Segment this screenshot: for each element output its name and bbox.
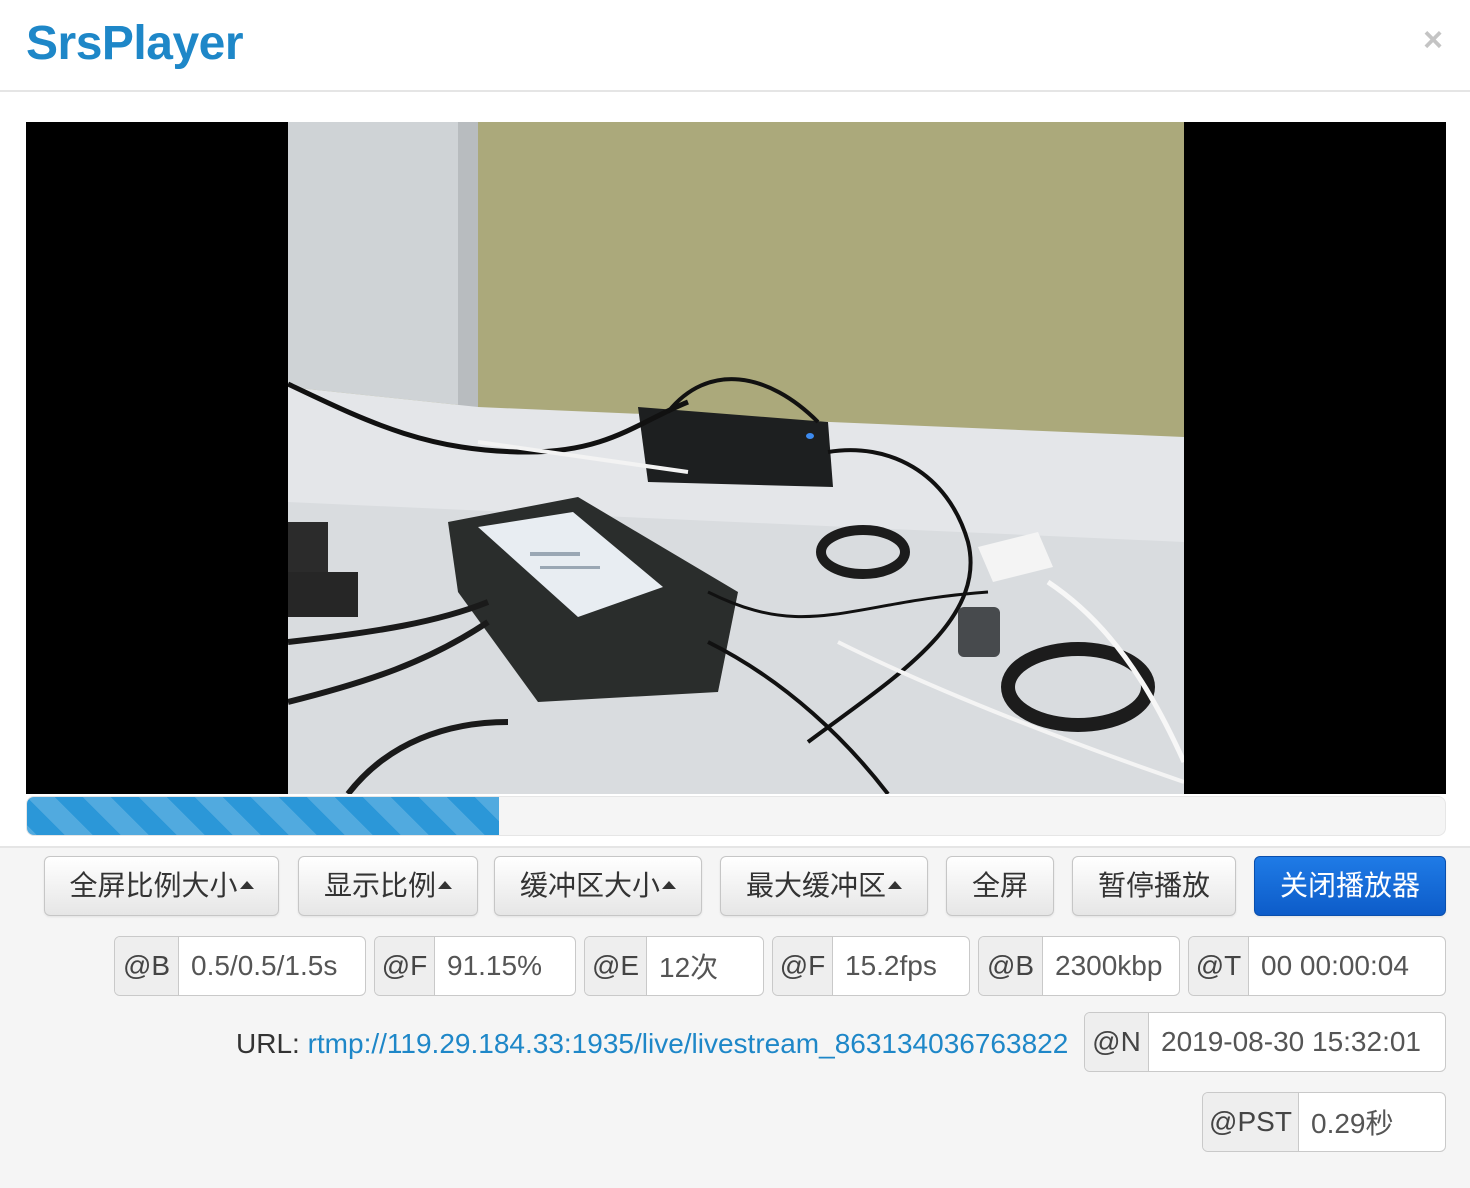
fullscreen-ratio-label: 全屏比例大小 (69, 870, 238, 901)
stat-value: 2300kbp (1043, 937, 1163, 995)
video-frame (288, 122, 1184, 794)
buffer-size-label: 缓冲区大小 (519, 870, 660, 901)
stat-now: @N 2019-08-30 15:32:01 (1084, 1012, 1446, 1072)
stat-key: @B (115, 937, 179, 995)
display-ratio-button[interactable]: 显示比例 (298, 856, 478, 916)
stat-key: @B (979, 937, 1043, 995)
max-buffer-button[interactable]: 最大缓冲区 (720, 856, 928, 916)
stat-buffer: @B 0.5/0.5/1.5s (114, 936, 366, 996)
display-ratio-label: 显示比例 (323, 870, 436, 901)
stat-pst: @PST 0.29秒 (1202, 1092, 1446, 1152)
stat-fps-ratio: @F 91.15% (374, 936, 576, 996)
caret-up-icon (888, 880, 902, 889)
close-player-button[interactable]: 关闭播放器 (1254, 856, 1446, 916)
caret-up-icon (438, 880, 452, 889)
stat-value: 15.2fps (833, 937, 937, 995)
stat-key: @T (1189, 937, 1249, 995)
stat-value: 2019-08-30 15:32:01 (1149, 1013, 1421, 1071)
player-footer: 全屏比例大小 显示比例 缓冲区大小 最大缓冲区 全屏 暂停播放 关闭播放器 @B… (0, 846, 1470, 1188)
stream-url-link[interactable]: rtmp://119.29.184.33:1935/live/livestrea… (308, 1028, 1069, 1059)
fullscreen-button[interactable]: 全屏 (946, 856, 1054, 916)
stream-url-row: URL: rtmp://119.29.184.33:1935/live/live… (236, 1028, 1068, 1060)
stat-value: 12次 (647, 937, 719, 995)
stat-key: @F (375, 937, 435, 995)
close-player-label: 关闭播放器 (1279, 870, 1420, 901)
modal-header: SrsPlayer × (0, 0, 1470, 92)
stat-fps: @F 15.2fps (772, 936, 970, 996)
buffer-progress-bar (27, 797, 500, 835)
buffer-size-button[interactable]: 缓冲区大小 (494, 856, 702, 916)
stat-value: 0.29秒 (1299, 1093, 1394, 1151)
max-buffer-label: 最大缓冲区 (745, 870, 886, 901)
stat-key: @F (773, 937, 833, 995)
stat-value: 00 00:00:04 (1249, 937, 1409, 995)
stat-errors: @E 12次 (584, 936, 764, 996)
fullscreen-ratio-button[interactable]: 全屏比例大小 (44, 856, 279, 916)
video-player[interactable] (26, 122, 1446, 794)
caret-up-icon (239, 880, 254, 889)
stat-key: @PST (1203, 1093, 1299, 1151)
stat-bitrate: @B 2300kbp (978, 936, 1180, 996)
fullscreen-label: 全屏 (971, 870, 1028, 901)
close-icon[interactable]: × (1418, 20, 1448, 60)
app-title: SrsPlayer (26, 17, 244, 70)
url-label: URL: (236, 1028, 300, 1059)
stat-value: 91.15% (435, 937, 542, 995)
stat-key: @E (585, 937, 647, 995)
stat-value: 0.5/0.5/1.5s (179, 937, 338, 995)
pause-label: 暂停播放 (1097, 870, 1210, 901)
stat-time: @T 00 00:00:04 (1188, 936, 1446, 996)
buffer-progress (26, 796, 1446, 836)
stat-key: @N (1085, 1013, 1149, 1071)
pause-button[interactable]: 暂停播放 (1072, 856, 1236, 916)
caret-up-icon (662, 880, 676, 889)
